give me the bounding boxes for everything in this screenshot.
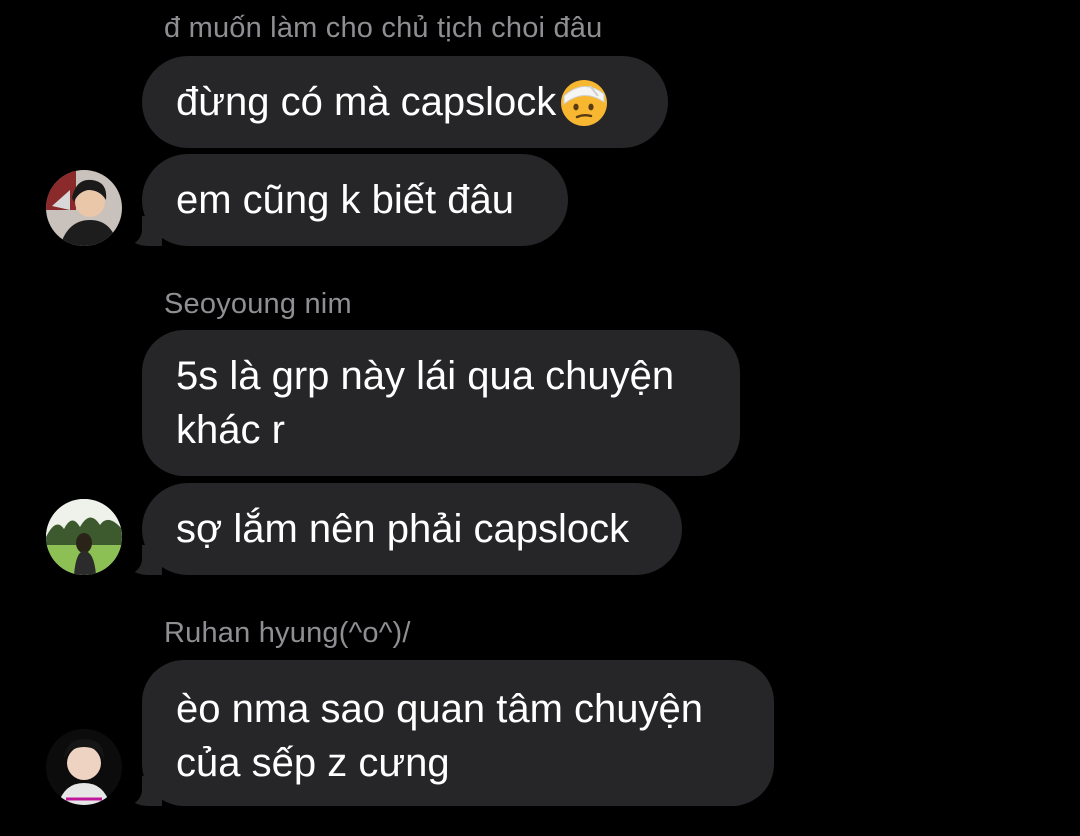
sender-name: Ruhan hyung(^o^)/ (164, 617, 411, 649)
message-text: èo nma sao quan tâm chuyện của sếp z cưn… (176, 687, 704, 785)
message-bubble[interactable]: em cũng k biết đâu (128, 154, 568, 246)
message-text: 5s là grp này lái qua chuyện khác r (176, 354, 675, 452)
bubble-tail (128, 776, 162, 806)
message-bubble[interactable]: sợ lắm nên phải capslock (128, 483, 682, 575)
sender-name: đ muốn làm cho chủ tịch choi đâu (164, 12, 603, 44)
avatar-image (46, 729, 122, 805)
message-bubble[interactable]: èo nma sao quan tâm chuyện của sếp z cưn… (128, 660, 774, 806)
avatar-image (46, 499, 122, 575)
message-bubble[interactable]: 5s là grp này lái qua chuyện khác r (142, 330, 740, 476)
avatar[interactable] (46, 170, 122, 246)
message-bubble[interactable]: đừng có mà capslock (142, 56, 668, 148)
message-text: đừng có mà capslock (176, 80, 557, 124)
face-with-head-bandage-emoji (561, 80, 608, 126)
bubble-tail (128, 216, 162, 246)
message-text: sợ lắm nên phải capslock (176, 507, 630, 551)
bubble-tail (128, 545, 162, 575)
sender-name: Seoyoung nim (164, 288, 352, 320)
avatar[interactable] (46, 499, 122, 575)
chat-thread: đ muốn làm cho chủ tịch choi đâu đừng có… (0, 0, 1080, 836)
avatar[interactable] (46, 729, 122, 805)
avatar-image (46, 170, 122, 246)
message-text: em cũng k biết đâu (176, 178, 514, 222)
